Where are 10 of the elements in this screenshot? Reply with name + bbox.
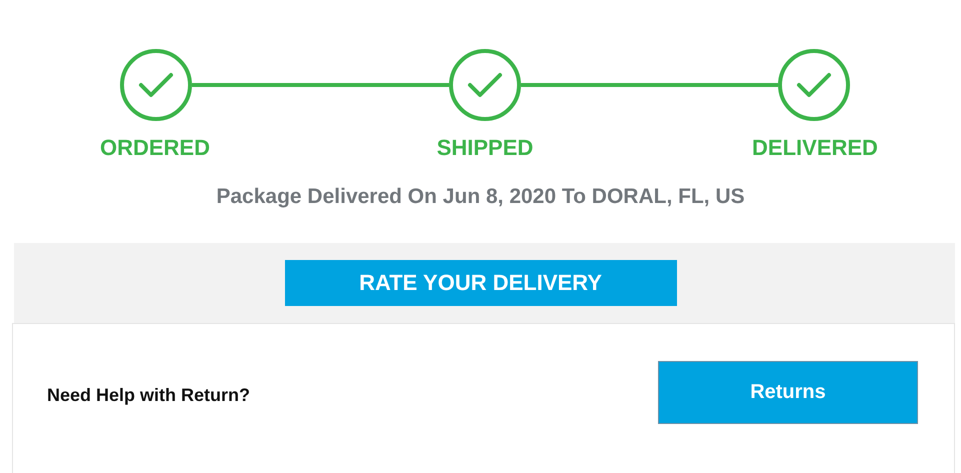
returns-button[interactable]: Returns [658,360,918,424]
step-label: SHIPPED [436,135,534,161]
step-label: DELIVERED [751,135,879,161]
checkmark-icon [138,71,174,99]
step-label: ORDERED [98,135,211,161]
delivery-status: Package Delivered On Jun 8, 2020 To DORAL, FL, US [215,185,746,209]
rate-delivery-button[interactable]: RATE YOUR DELIVERY [284,260,676,306]
checkmark-icon [796,71,832,99]
help-question: Need Help with Return? [47,384,250,406]
checkmark-icon [467,71,503,99]
